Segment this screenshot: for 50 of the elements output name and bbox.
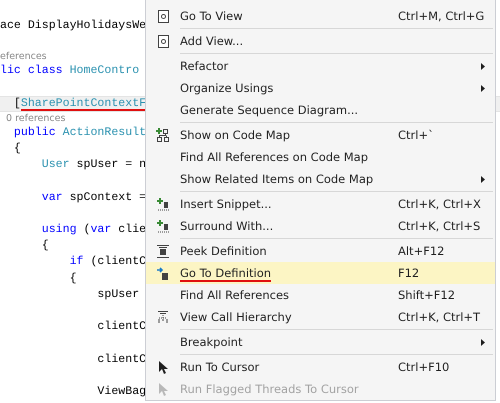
pointer-icon bbox=[158, 382, 168, 396]
menu-item[interactable]: View Call Hierarchy Ctrl+K, Ctrl+T bbox=[146, 306, 495, 328]
code-text: { bbox=[12, 141, 21, 158]
menu-item[interactable]: Find All References on Code Map bbox=[146, 146, 495, 168]
code-text: { bbox=[68, 270, 77, 287]
menu-item[interactable]: Find All References Shift+F12 bbox=[146, 284, 495, 306]
code-text: var bbox=[90, 222, 112, 238]
code-text: [ bbox=[12, 96, 21, 111]
code-text: lic class bbox=[0, 63, 64, 80]
code-text: spUser bbox=[96, 286, 140, 303]
code-text: var bbox=[40, 190, 63, 206]
code-text: clientC bbox=[96, 319, 146, 336]
code-text: ActionResult bbox=[62, 124, 146, 141]
code-lens: eferences bbox=[0, 51, 47, 62]
pointer-icon bbox=[158, 360, 168, 374]
snippet-icon bbox=[156, 220, 170, 232]
code-text: spUser = n bbox=[76, 157, 146, 174]
code-text: ViewBag bbox=[96, 384, 146, 400]
menu-item[interactable]: Add View... bbox=[146, 30, 495, 52]
peek-icon bbox=[157, 244, 169, 258]
menu-item[interactable]: Run To Cursor Ctrl+F10 bbox=[146, 356, 495, 378]
code-text: public bbox=[12, 124, 57, 141]
menu-item[interactable]: Peek Definition Alt+F12 bbox=[146, 240, 495, 262]
code-text: (clientC bbox=[89, 254, 146, 270]
code-text: HomeContro bbox=[70, 63, 140, 80]
snippet-icon bbox=[156, 198, 170, 210]
code-text: clie bbox=[117, 222, 146, 238]
document-icon bbox=[158, 34, 168, 48]
menu-item[interactable]: Show on Code Map Ctrl+` bbox=[146, 124, 495, 146]
code-text: using bbox=[40, 222, 77, 238]
menu-item[interactable]: Go To Definition F12 bbox=[146, 262, 495, 284]
code-text: ( bbox=[82, 222, 90, 238]
go-to-icon bbox=[157, 266, 169, 280]
hierarchy-icon bbox=[157, 311, 169, 323]
menu-item[interactable]: Generate Sequence Diagram... bbox=[146, 99, 495, 121]
menu-item[interactable]: Surround With... Ctrl+K, Ctrl+S bbox=[146, 215, 495, 237]
code-text: ace DisplayHolidaysWe bbox=[0, 18, 146, 34]
code-text: if bbox=[68, 254, 84, 270]
code-text: clientC bbox=[96, 352, 146, 368]
document-icon bbox=[158, 10, 168, 22]
menu-item[interactable]: Breakpoint bbox=[146, 331, 495, 353]
menu-item[interactable]: Insert Snippet... Ctrl+K, Ctrl+X bbox=[146, 193, 495, 215]
code-text: User bbox=[40, 157, 70, 174]
code-lens: 0 references bbox=[5, 112, 66, 124]
menu-item[interactable]: Organize Usings bbox=[146, 77, 495, 99]
menu-item[interactable]: Go To View Ctrl+M, Ctrl+G bbox=[146, 5, 495, 27]
menu-item[interactable]: Refactor bbox=[146, 55, 495, 77]
code-text: { bbox=[40, 238, 49, 254]
menu-item[interactable]: Show Related Items on Code Map bbox=[146, 168, 495, 190]
code-map-icon bbox=[156, 128, 170, 142]
